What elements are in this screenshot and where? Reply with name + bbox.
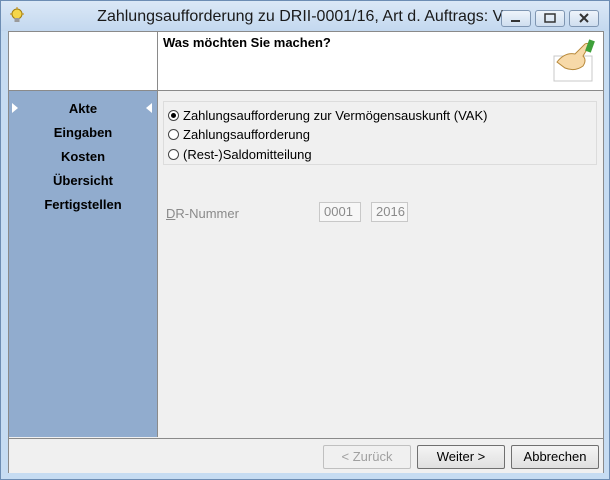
wizard-footer: < Zurück Weiter > Abbrechen — [9, 438, 603, 473]
close-button[interactable] — [569, 10, 599, 27]
sidebar-item-akte[interactable]: Akte — [9, 101, 157, 116]
sidebar-item-uebersicht[interactable]: Übersicht — [9, 173, 157, 188]
cancel-button[interactable]: Abbrechen — [511, 445, 599, 469]
radio-button-checked[interactable] — [168, 109, 179, 121]
radio-option-vak[interactable]: Zahlungsaufforderung zur Vermögensauskun… — [168, 106, 487, 124]
option-radio-group: Zahlungsaufforderung zur Vermögensauskun… — [163, 101, 597, 165]
radio-option-zahlungsaufforderung[interactable]: Zahlungsaufforderung — [168, 125, 310, 143]
access-key: D — [166, 206, 176, 221]
dr-number-label-rest: R-Nummer — [175, 206, 239, 221]
title-bar: Zahlungsaufforderung zu DRII-0001/16, Ar… — [1, 1, 609, 31]
wizard-content: Zahlungsaufforderung zur Vermögensauskun… — [158, 91, 603, 437]
close-icon — [579, 13, 589, 23]
header-left-panel — [9, 32, 158, 90]
back-button[interactable]: < Zurück — [323, 445, 411, 469]
maximize-button[interactable] — [535, 10, 565, 27]
page-title: Was möchten Sie machen? — [163, 35, 331, 50]
dr-number-field[interactable]: 0001 — [319, 202, 361, 222]
radio-label: (Rest-)Saldomitteilung — [183, 146, 312, 162]
wizard-header: Was möchten Sie machen? — [9, 32, 603, 91]
radio-button[interactable] — [168, 148, 179, 160]
wizard-window: Zahlungsaufforderung zu DRII-0001/16, Ar… — [0, 0, 610, 480]
next-button[interactable]: Weiter > — [417, 445, 505, 469]
sidebar-item-kosten[interactable]: Kosten — [9, 149, 157, 164]
radio-option-saldomitteilung[interactable]: (Rest-)Saldomitteilung — [168, 145, 312, 163]
dr-number-label: DR-Nummer — [166, 206, 239, 221]
minimize-button[interactable] — [501, 10, 531, 27]
sidebar-item-eingaben[interactable]: Eingaben — [9, 125, 157, 140]
minimize-icon — [511, 20, 520, 22]
radio-label: Zahlungsaufforderung — [183, 126, 310, 142]
pointing-hand-icon — [553, 39, 595, 82]
wizard-client: Was möchten Sie machen? Akte Eingaben Ko… — [8, 31, 604, 473]
wizard-sidebar: Akte Eingaben Kosten Übersicht Fertigste… — [9, 91, 158, 437]
dr-year-field[interactable]: 2016 — [371, 202, 408, 222]
radio-button[interactable] — [168, 128, 179, 140]
sidebar-item-fertigstellen[interactable]: Fertigstellen — [9, 197, 157, 212]
radio-label: Zahlungsaufforderung zur Vermögensauskun… — [183, 107, 488, 123]
maximize-icon — [544, 13, 556, 23]
